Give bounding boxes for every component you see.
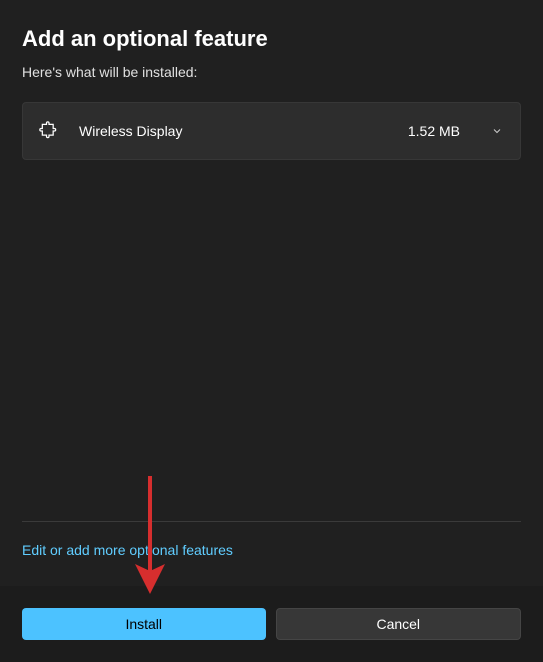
feature-item-wireless-display[interactable]: Wireless Display 1.52 MB (22, 102, 521, 160)
feature-size-label: 1.52 MB (408, 123, 460, 139)
puzzle-piece-icon (39, 121, 59, 141)
button-bar: Install Cancel (0, 586, 543, 662)
dialog-subtitle: Here's what will be installed: (22, 64, 521, 80)
install-button[interactable]: Install (22, 608, 266, 640)
edit-features-link[interactable]: Edit or add more optional features (22, 542, 233, 558)
annotation-arrow-icon (125, 476, 175, 596)
section-divider (22, 521, 521, 522)
dialog-title: Add an optional feature (22, 26, 521, 52)
dialog-content: Add an optional feature Here's what will… (0, 0, 543, 182)
feature-name-label: Wireless Display (79, 123, 388, 139)
chevron-down-icon (490, 124, 504, 138)
feature-list: Wireless Display 1.52 MB (22, 102, 521, 160)
cancel-button[interactable]: Cancel (276, 608, 522, 640)
